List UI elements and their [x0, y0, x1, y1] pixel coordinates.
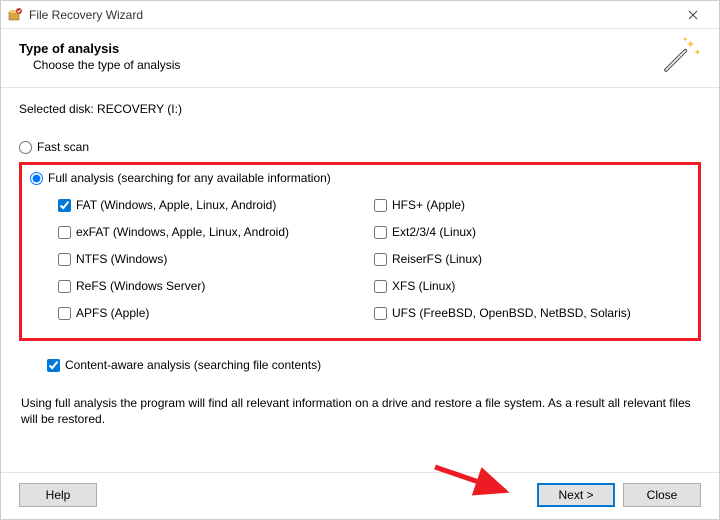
- content-aware-label: Content-aware analysis (searching file c…: [65, 358, 321, 372]
- filesystem-label: XFS (Linux): [392, 279, 455, 293]
- filesystem-option[interactable]: HFS+ (Apple): [374, 193, 690, 217]
- filesystem-label: ReiserFS (Linux): [392, 252, 482, 266]
- filesystem-label: FAT (Windows, Apple, Linux, Android): [76, 198, 276, 212]
- close-icon[interactable]: [673, 1, 713, 28]
- filesystem-checkbox[interactable]: [374, 307, 387, 320]
- filesystem-checkbox[interactable]: [374, 253, 387, 266]
- filesystem-label: HFS+ (Apple): [392, 198, 465, 212]
- filesystem-checkbox[interactable]: [58, 226, 71, 239]
- filesystem-label: APFS (Apple): [76, 306, 149, 320]
- filesystem-checkbox[interactable]: [374, 226, 387, 239]
- full-analysis-highlight: Full analysis (searching for any availab…: [19, 162, 701, 341]
- filesystem-column-right: HFS+ (Apple) Ext2/3/4 (Linux) ReiserFS (Li…: [374, 193, 690, 328]
- filesystem-option[interactable]: UFS (FreeBSD, OpenBSD, NetBSD, Solaris): [374, 301, 690, 325]
- wizard-header: Type of analysis Choose the type of anal…: [1, 29, 719, 88]
- full-analysis-option[interactable]: Full analysis (searching for any availab…: [30, 171, 690, 185]
- filesystem-label: ReFS (Windows Server): [76, 279, 205, 293]
- filesystem-option[interactable]: exFAT (Windows, Apple, Linux, Android): [58, 220, 374, 244]
- filesystem-checkbox[interactable]: [58, 280, 71, 293]
- filesystem-checkbox[interactable]: [58, 307, 71, 320]
- titlebar: File Recovery Wizard: [1, 1, 719, 29]
- filesystem-checkbox[interactable]: [58, 253, 71, 266]
- filesystem-label: Ext2/3/4 (Linux): [392, 225, 476, 239]
- filesystem-option[interactable]: XFS (Linux): [374, 274, 690, 298]
- button-bar: Help Next > Close: [1, 472, 719, 519]
- filesystem-label: NTFS (Windows): [76, 252, 167, 266]
- window-title: File Recovery Wizard: [29, 8, 673, 22]
- help-button[interactable]: Help: [19, 483, 97, 507]
- filesystem-option[interactable]: Ext2/3/4 (Linux): [374, 220, 690, 244]
- fast-scan-radio[interactable]: [19, 141, 32, 154]
- next-button[interactable]: Next >: [537, 483, 615, 507]
- wizard-window: File Recovery Wizard Type of analysis Ch…: [0, 0, 720, 520]
- close-button[interactable]: Close: [623, 483, 701, 507]
- fast-scan-label: Fast scan: [37, 140, 89, 154]
- filesystem-option[interactable]: FAT (Windows, Apple, Linux, Android): [58, 193, 374, 217]
- content-aware-option[interactable]: Content-aware analysis (searching file c…: [47, 353, 701, 377]
- filesystem-grid: FAT (Windows, Apple, Linux, Android) exFA…: [30, 193, 690, 328]
- full-analysis-label: Full analysis (searching for any availab…: [48, 171, 331, 185]
- page-subtitle: Choose the type of analysis: [33, 58, 659, 72]
- filesystem-label: UFS (FreeBSD, OpenBSD, NetBSD, Solaris): [392, 306, 631, 320]
- page-title: Type of analysis: [19, 41, 659, 56]
- filesystem-option[interactable]: APFS (Apple): [58, 301, 374, 325]
- filesystem-option[interactable]: ReFS (Windows Server): [58, 274, 374, 298]
- fast-scan-option[interactable]: Fast scan: [19, 140, 701, 154]
- filesystem-label: exFAT (Windows, Apple, Linux, Android): [76, 225, 289, 239]
- app-icon: [7, 7, 23, 23]
- content-aware-checkbox[interactable]: [47, 359, 60, 372]
- selected-disk-label: Selected disk: RECOVERY (I:): [19, 102, 701, 116]
- filesystem-column-left: FAT (Windows, Apple, Linux, Android) exFA…: [58, 193, 374, 328]
- filesystem-checkbox[interactable]: [58, 199, 71, 212]
- filesystem-option[interactable]: NTFS (Windows): [58, 247, 374, 271]
- info-text: Using full analysis the program will fin…: [19, 395, 701, 427]
- content-area: Selected disk: RECOVERY (I:) Fast scan F…: [1, 88, 719, 472]
- filesystem-checkbox[interactable]: [374, 199, 387, 212]
- filesystem-option[interactable]: ReiserFS (Linux): [374, 247, 690, 271]
- wizard-icon: [659, 35, 701, 77]
- filesystem-checkbox[interactable]: [374, 280, 387, 293]
- full-analysis-radio[interactable]: [30, 172, 43, 185]
